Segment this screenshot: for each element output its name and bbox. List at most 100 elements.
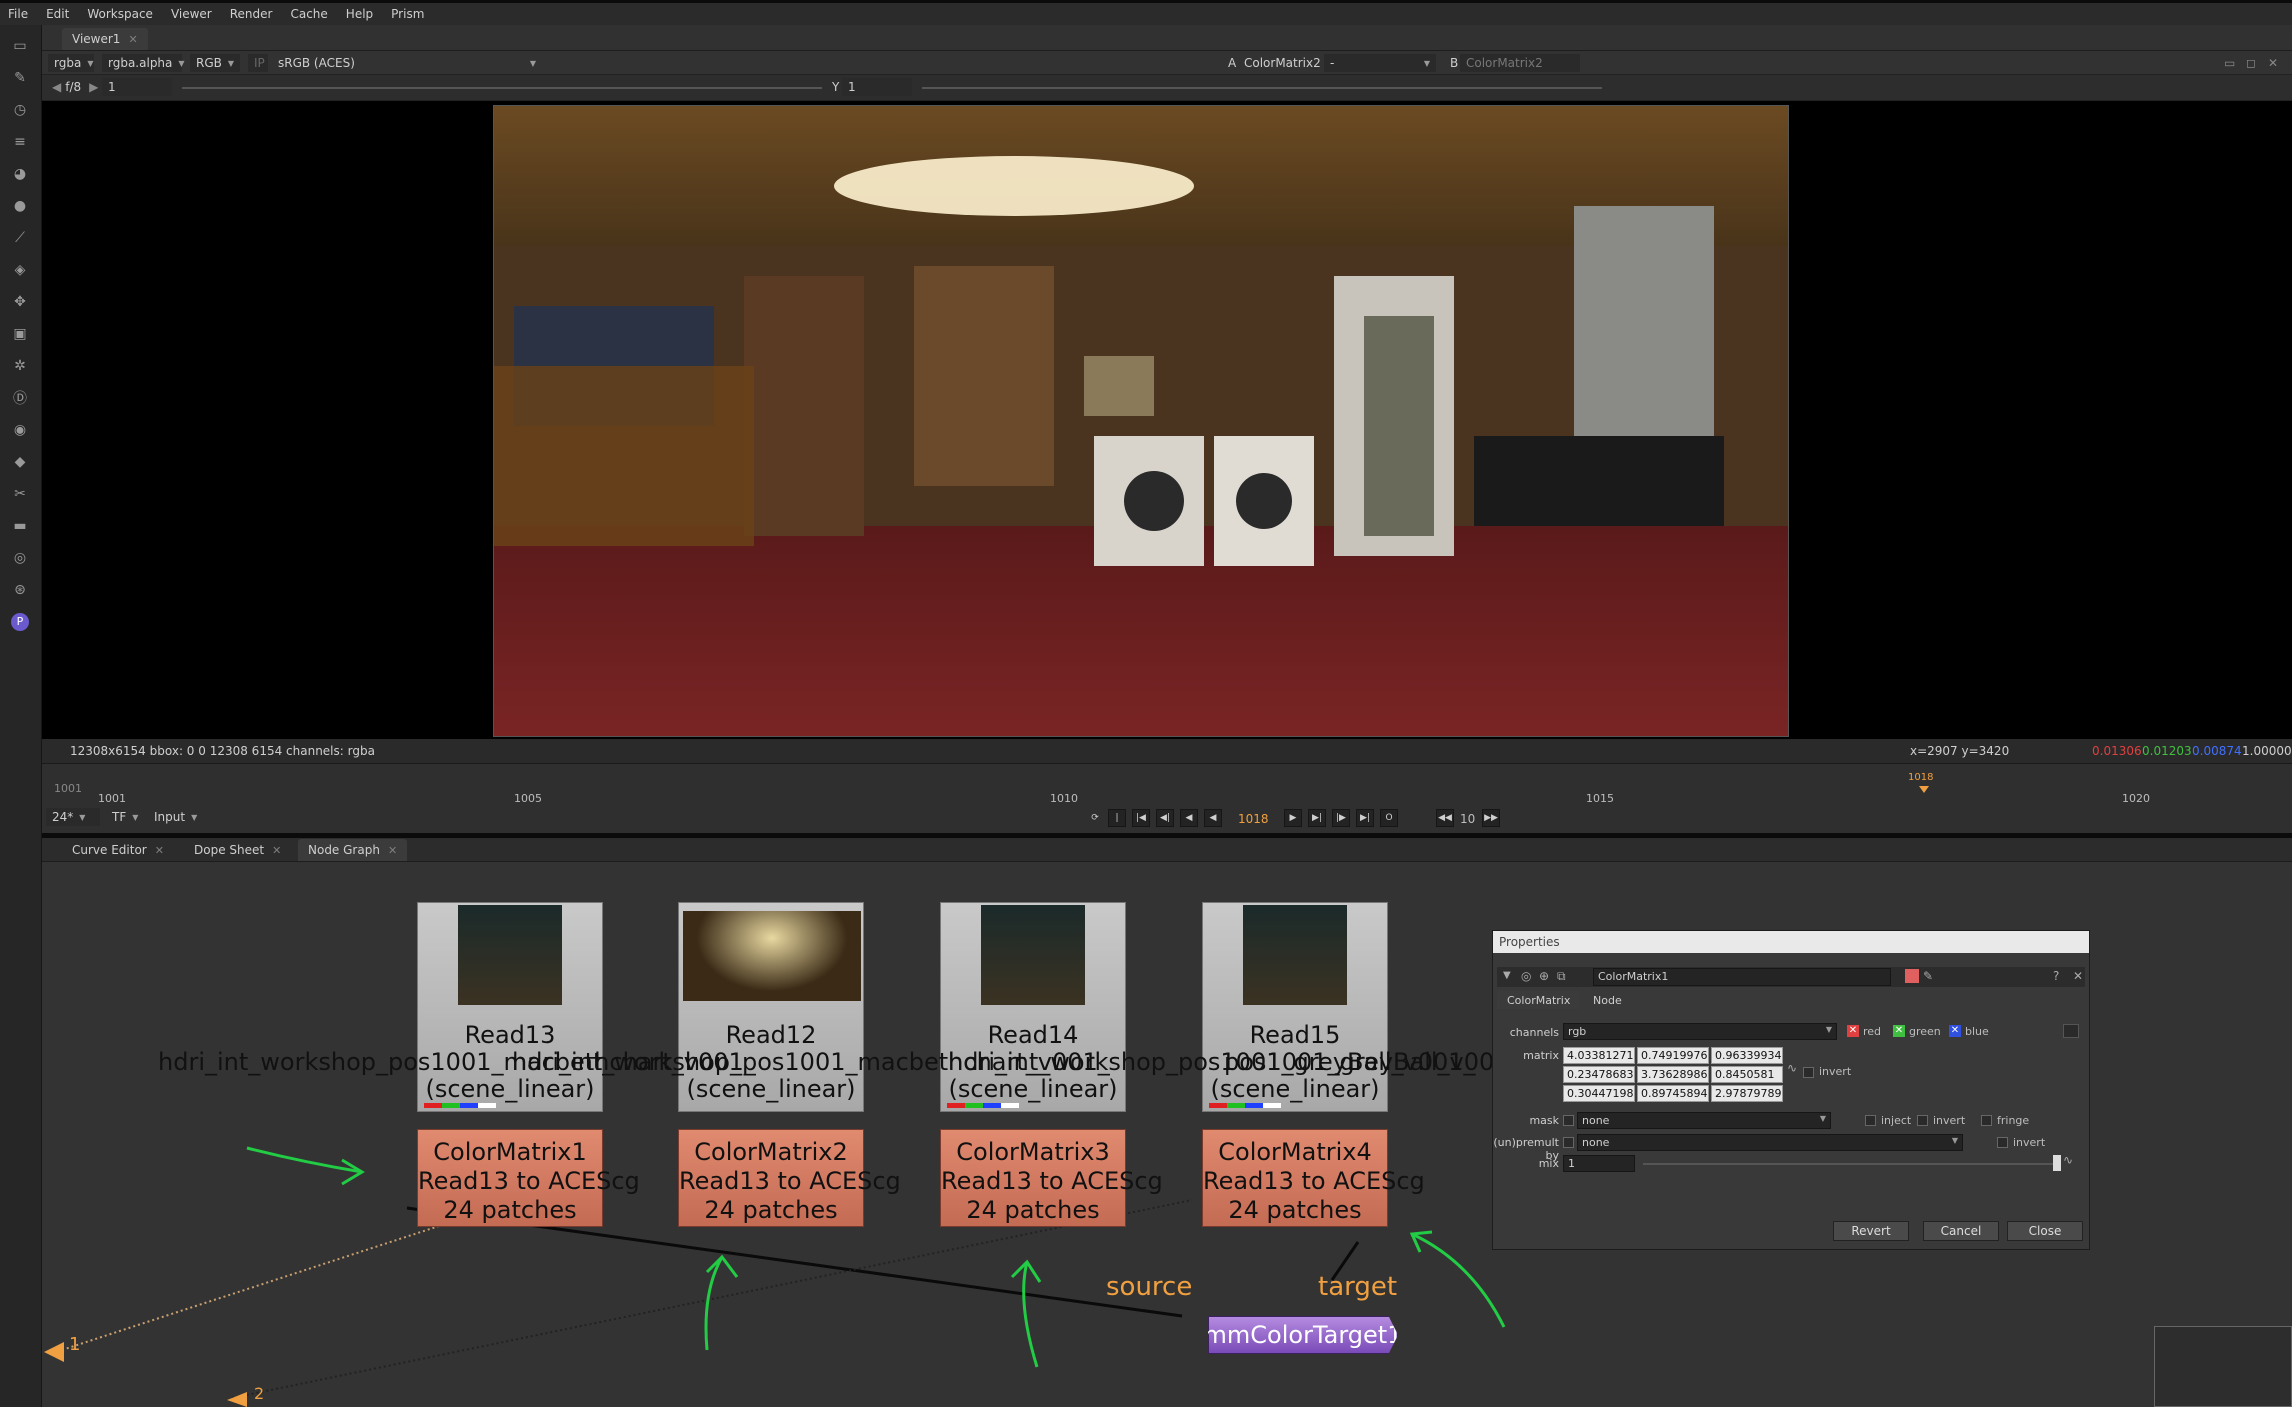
menu-help[interactable]: Help [346, 7, 373, 21]
animation-icon[interactable]: ∿ [2063, 1153, 2073, 1167]
input-icon[interactable]: ⊕ [1539, 969, 1549, 983]
3d-icon[interactable]: ▣ [9, 323, 31, 345]
viewer-pane-icon[interactable]: ▭ [2218, 54, 2241, 72]
close-icon[interactable]: ✕ [2073, 969, 2083, 983]
tab-curve-editor[interactable]: Curve Editor ✕ [62, 839, 174, 861]
matrix-cell[interactable]: 2.97879789 [1711, 1085, 1783, 1102]
tf-dropdown[interactable]: TF ▼ [106, 808, 142, 826]
filter-icon[interactable]: ● [9, 195, 31, 217]
colormatrix-node[interactable]: ColorMatrix2 Read13 to ACEScg 24 patches [678, 1129, 901, 1227]
close-icon[interactable]: ✕ [388, 844, 397, 857]
mask-invert-checkbox[interactable] [1917, 1115, 1928, 1126]
other-icon[interactable]: ▬ [9, 515, 31, 537]
input-a-op-dropdown[interactable]: - ▼ [1324, 54, 1436, 72]
close-icon[interactable]: ✕ [128, 33, 137, 46]
menu-prism[interactable]: Prism [391, 7, 424, 21]
colorspace-dropdown[interactable]: sRGB (ACES) ▼ [272, 54, 542, 72]
last-frame-icon[interactable]: ▶| [1356, 809, 1374, 827]
step-forward-icon[interactable]: ▶| [1308, 809, 1326, 827]
fps-dropdown[interactable]: 24* ▼ [46, 808, 100, 826]
blue-checkbox[interactable]: ✕ [1949, 1025, 1961, 1037]
color-icon[interactable]: ◕ [9, 163, 31, 185]
node-graph-minimap[interactable] [2154, 1326, 2292, 1407]
input-b-dropdown[interactable]: ColorMatrix2 [1460, 54, 1580, 72]
help-icon[interactable]: ? [2053, 969, 2059, 983]
in-point-icon[interactable]: | [1108, 809, 1126, 827]
ip-button[interactable]: IP [248, 54, 268, 72]
play-forward-icon[interactable]: ▶ [1284, 809, 1302, 827]
out-point-icon[interactable]: O [1380, 809, 1398, 827]
prev-keyframe-icon[interactable]: ◀| [1156, 809, 1174, 827]
alpha-dropdown[interactable]: rgba.alpha ▼ [102, 54, 185, 72]
first-frame-icon[interactable]: |◀ [1132, 809, 1150, 827]
prism-icon[interactable]: P [9, 611, 31, 633]
gamma-slider[interactable] [922, 87, 1602, 89]
colormatrix-node[interactable]: ColorMatrix4 Read13 to ACEScg 24 patches [1202, 1129, 1425, 1227]
mix-field[interactable]: 1 [1563, 1155, 1635, 1172]
skip-forward-icon[interactable]: ▶▶ [1482, 809, 1500, 827]
frame-slider[interactable] [98, 772, 2278, 794]
transform-icon[interactable]: ✥ [9, 291, 31, 313]
ocio-icon[interactable]: ⊛ [9, 579, 31, 601]
current-frame-field[interactable]: 1018 [1238, 812, 1269, 826]
skip-back-icon[interactable]: ◀◀ [1436, 809, 1454, 827]
tab-colormatrix[interactable]: ColorMatrix [1497, 991, 1581, 1009]
center-icon[interactable]: ◎ [1521, 969, 1531, 983]
display-dropdown[interactable]: RGB ▼ [190, 54, 240, 72]
tab-viewer1[interactable]: Viewer1 ✕ [62, 28, 148, 50]
toolsets-icon[interactable]: ✂ [9, 483, 31, 505]
draw-icon[interactable]: ✎ [9, 67, 31, 89]
matrix-cell[interactable]: 0.8450581 [1711, 1066, 1783, 1083]
channels-link-button[interactable] [2063, 1024, 2079, 1038]
dot-1[interactable] [44, 1342, 64, 1362]
colormatrix-node[interactable]: ColorMatrix1 Read13 to ACEScg 24 patches [417, 1129, 640, 1227]
close-icon[interactable]: ✕ [155, 844, 164, 857]
loop-icon[interactable]: ⟳ [1086, 809, 1104, 827]
invert-checkbox[interactable] [1803, 1067, 1814, 1078]
furnace-icon[interactable]: ◎ [9, 547, 31, 569]
tab-dope-sheet[interactable]: Dope Sheet ✕ [184, 839, 291, 861]
green-checkbox[interactable]: ✕ [1893, 1025, 1905, 1037]
tab-node-graph[interactable]: Node Graph ✕ [298, 839, 408, 861]
mask-select[interactable]: none ▼ [1577, 1112, 1831, 1129]
edit-icon[interactable]: ✎ [1923, 969, 1933, 983]
merge-icon[interactable]: ◈ [9, 259, 31, 281]
views-icon[interactable]: ◉ [9, 419, 31, 441]
channels-dropdown[interactable]: rgba ▼ [48, 54, 94, 72]
mmcolortarget-node[interactable]: mmColorTarget1 [1208, 1316, 1398, 1354]
node-color-swatch[interactable] [1905, 969, 1919, 983]
maximize-icon[interactable]: ◻ [2240, 54, 2262, 72]
mask-checkbox[interactable] [1563, 1115, 1574, 1126]
mix-slider-handle[interactable] [2053, 1155, 2061, 1171]
range-dropdown[interactable]: Input ▼ [148, 808, 204, 826]
red-checkbox[interactable]: ✕ [1847, 1025, 1859, 1037]
step-back-icon[interactable]: ◀ [1180, 809, 1198, 827]
step-increment[interactable]: 10 [1460, 812, 1475, 826]
close-icon[interactable]: ✕ [2262, 54, 2284, 72]
matrix-cell[interactable]: 0.96339934 [1711, 1047, 1783, 1064]
image-icon[interactable]: ▭ [9, 35, 31, 57]
channel-icon[interactable]: ≡ [9, 131, 31, 153]
menu-cache[interactable]: Cache [290, 7, 327, 21]
playhead-icon[interactable] [1919, 786, 1929, 793]
matrix-cell[interactable]: 0.23478683 [1563, 1066, 1635, 1083]
gain-slider[interactable] [182, 87, 822, 89]
gamma-field[interactable]: 1 [842, 78, 912, 96]
keyer-icon[interactable]: ⟋ [9, 227, 31, 249]
matrix-cell[interactable]: 0.74919976 [1637, 1047, 1709, 1064]
read-node[interactable]: Read13 (scene_linear) [417, 902, 603, 1112]
close-button[interactable]: Close [2007, 1221, 2083, 1241]
read-node[interactable]: Read14 (scene_linear) [940, 902, 1126, 1112]
dot-2[interactable] [227, 1392, 247, 1407]
curve-icon[interactable]: ∿ [1787, 1061, 1797, 1075]
mix-slider[interactable] [1643, 1163, 2053, 1165]
colormatrix-node[interactable]: ColorMatrix3 Read13 to ACEScg 24 patches [940, 1129, 1163, 1227]
menu-edit[interactable]: Edit [46, 7, 69, 21]
fstop-control[interactable]: ◀ f/8 ▶ [46, 78, 104, 96]
read-node[interactable]: Read15 (scene_linear) [1202, 902, 1388, 1112]
matrix-cell[interactable]: 3.73628986 [1637, 1066, 1709, 1083]
collapse-icon[interactable]: ▼ [1503, 970, 1511, 981]
float-icon[interactable]: ⧉ [1557, 969, 1566, 984]
metadata-icon[interactable]: ◆ [9, 451, 31, 473]
deep-icon[interactable]: Ⓓ [9, 387, 31, 409]
